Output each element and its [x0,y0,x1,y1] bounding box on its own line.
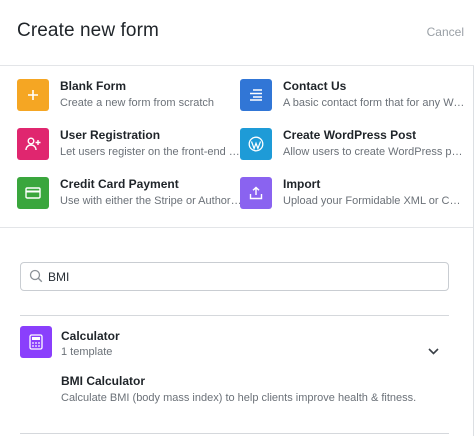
calculator-icon [20,326,52,358]
template-description: Create a new form from scratch [60,97,215,109]
template-title: User Registration [60,128,161,142]
results-bottom-divider [20,433,449,434]
modal-title: Create new form [17,20,159,41]
search-input[interactable] [48,267,438,287]
template-bmi-calculator[interactable]: BMI Calculator Calculate BMI (body mass … [61,374,451,410]
search-icon [29,269,43,288]
template-description: Upload your Formidable XML or CSV file t… [283,195,465,207]
cancel-button[interactable]: Cancel [427,25,464,39]
template-import[interactable]: Import Upload your Formidable XML or CSV… [240,177,468,217]
template-user-registration[interactable]: User Registration Let users register on … [17,128,245,168]
modal-header: Create new form Cancel [0,0,474,66]
credit-card-icon [17,177,49,209]
plus-icon [17,79,49,111]
chevron-down-icon[interactable] [428,342,439,360]
template-create-wordpress-post[interactable]: Create WordPress Post Allow users to cre… [240,128,468,168]
category-count: 1 template [61,346,113,358]
template-title: Blank Form [60,79,127,93]
template-title: Import [283,177,321,191]
list-icon [240,79,272,111]
template-description: Use with either the Stripe or Authorize.… [60,195,242,207]
template-credit-card-payment[interactable]: Credit Card Payment Use with either the … [17,177,245,217]
category-calculator[interactable]: Calculator 1 template [20,326,449,362]
section-divider [0,227,473,228]
template-title: BMI Calculator [61,374,146,388]
user-add-icon [17,128,49,160]
template-title: Contact Us [283,79,347,93]
category-title: Calculator [61,329,120,343]
template-blank-form[interactable]: Blank Form Create a new form from scratc… [17,79,245,119]
template-description: Calculate BMI (body mass index) to help … [61,392,417,404]
wordpress-icon [240,128,272,160]
template-description: Let users register on the front-end of y… [60,146,242,158]
upload-icon [240,177,272,209]
template-contact-us[interactable]: Contact Us A basic contact form that for… [240,79,468,119]
results-divider [20,315,449,316]
template-title: Create WordPress Post [283,128,417,142]
template-search[interactable] [20,262,449,291]
template-description: Allow users to create WordPress posts fr… [283,146,465,158]
template-title: Credit Card Payment [60,177,179,191]
template-description: A basic contact form that for any WordPr… [283,97,465,109]
